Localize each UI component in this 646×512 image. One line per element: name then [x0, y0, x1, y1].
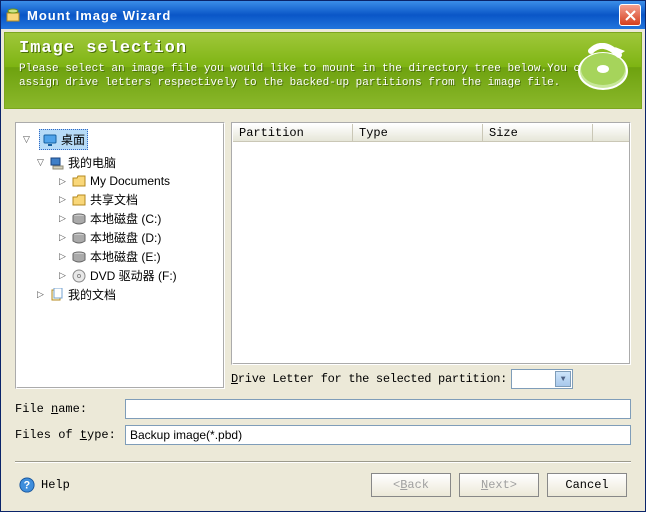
tree-root-desktop[interactable]: 桌面	[39, 129, 88, 150]
app-icon	[5, 7, 21, 23]
tree-label: DVD 驱动器 (F:)	[90, 267, 177, 284]
back-button[interactable]: <Back	[371, 473, 451, 497]
desktop-icon	[42, 132, 58, 148]
tree-label: 桌面	[61, 131, 85, 148]
expand-toggle[interactable]: ▷	[57, 213, 68, 224]
tree-label: 本地磁盘 (D:)	[90, 229, 161, 246]
expand-toggle[interactable]: ▷	[57, 270, 68, 281]
drive-letter-label: DDrive Letter for the selected partition…	[231, 372, 507, 386]
col-type[interactable]: Type	[353, 124, 483, 141]
list-header: Partition Type Size	[233, 124, 629, 142]
disk-icon	[71, 230, 87, 246]
banner-heading: Image selection	[19, 39, 627, 58]
folder-icon	[71, 192, 87, 208]
folder-icon	[71, 173, 87, 189]
help-link[interactable]: ? Help	[19, 477, 70, 493]
disk-icon	[71, 211, 87, 227]
expand-toggle[interactable]: ▽	[35, 157, 46, 168]
tree-item[interactable]: ▷ 本地磁盘 (E:)	[17, 247, 223, 266]
content-area: ▽ 桌面 ▽ 我的电脑 ▷ My Documents ▷ 共享文档 ▷ 本地磁盘 (C:)…	[1, 112, 645, 395]
col-partition[interactable]: Partition	[233, 124, 353, 141]
expand-toggle[interactable]: ▷	[35, 289, 46, 300]
files-of-type-row: Files of type:	[15, 425, 631, 445]
expand-toggle[interactable]: ▷	[57, 194, 68, 205]
directory-tree[interactable]: ▽ 桌面 ▽ 我的电脑 ▷ My Documents ▷ 共享文档 ▷ 本地磁盘 (C:)…	[15, 122, 225, 389]
tree-item[interactable]: ▷ 本地磁盘 (C:)	[17, 209, 223, 228]
cancel-button[interactable]: Cancel	[547, 473, 627, 497]
help-icon: ?	[19, 477, 35, 493]
expand-toggle[interactable]: ▽	[21, 134, 32, 145]
separator	[15, 461, 631, 463]
files-of-type-label: Files of type:	[15, 428, 123, 442]
drive-letter-select[interactable]: ▼	[511, 369, 573, 389]
file-name-row: File name:	[15, 399, 631, 419]
svg-text:?: ?	[24, 481, 30, 493]
tree-label: 我的文档	[68, 286, 116, 303]
disk-icon	[71, 249, 87, 265]
dvd-icon	[71, 268, 87, 284]
partition-list[interactable]: Partition Type Size	[231, 122, 631, 365]
next-button[interactable]: Next>	[459, 473, 539, 497]
tree-item-my-computer[interactable]: ▽ 我的电脑	[17, 153, 223, 172]
tree-item[interactable]: ▷ My Documents	[17, 172, 223, 190]
file-name-input[interactable]	[125, 399, 631, 419]
titlebar: Mount Image Wizard	[1, 1, 645, 29]
chevron-down-icon[interactable]: ▼	[555, 371, 571, 387]
computer-icon	[49, 155, 65, 171]
file-name-label: File name:	[15, 402, 123, 416]
close-button[interactable]	[619, 4, 641, 26]
col-size[interactable]: Size	[483, 124, 593, 141]
file-rows: File name: Files of type:	[1, 395, 645, 461]
expand-toggle[interactable]: ▷	[57, 232, 68, 243]
tree-item[interactable]: ▷ 本地磁盘 (D:)	[17, 228, 223, 247]
disc-icon	[577, 43, 629, 95]
tree-label: 本地磁盘 (C:)	[90, 210, 161, 227]
footer: ? Help <Back Next> Cancel	[1, 473, 645, 511]
tree-item[interactable]: ▷ 共享文档	[17, 190, 223, 209]
files-of-type-input[interactable]	[125, 425, 631, 445]
window-title: Mount Image Wizard	[27, 8, 619, 23]
tree-item[interactable]: ▷ DVD 驱动器 (F:)	[17, 266, 223, 285]
drive-letter-row: DDrive Letter for the selected partition…	[231, 369, 631, 389]
expand-toggle[interactable]: ▷	[57, 176, 68, 187]
list-body	[233, 142, 629, 363]
tree-label: 本地磁盘 (E:)	[90, 248, 161, 265]
help-label: Help	[41, 478, 70, 492]
banner: Image selection Please select an image f…	[4, 32, 642, 109]
expand-toggle[interactable]: ▷	[57, 251, 68, 262]
tree-item-my-documents[interactable]: ▷ 我的文档	[17, 285, 223, 304]
right-pane: Partition Type Size DDrive Letter for th…	[231, 122, 631, 389]
documents-icon	[49, 287, 65, 303]
tree-label: My Documents	[90, 174, 170, 188]
banner-description: Please select an image file you would li…	[19, 62, 627, 90]
tree-label: 共享文档	[90, 191, 138, 208]
tree-label: 我的电脑	[68, 154, 116, 171]
mount-image-wizard-window: Mount Image Wizard Image selection Pleas…	[0, 0, 646, 512]
